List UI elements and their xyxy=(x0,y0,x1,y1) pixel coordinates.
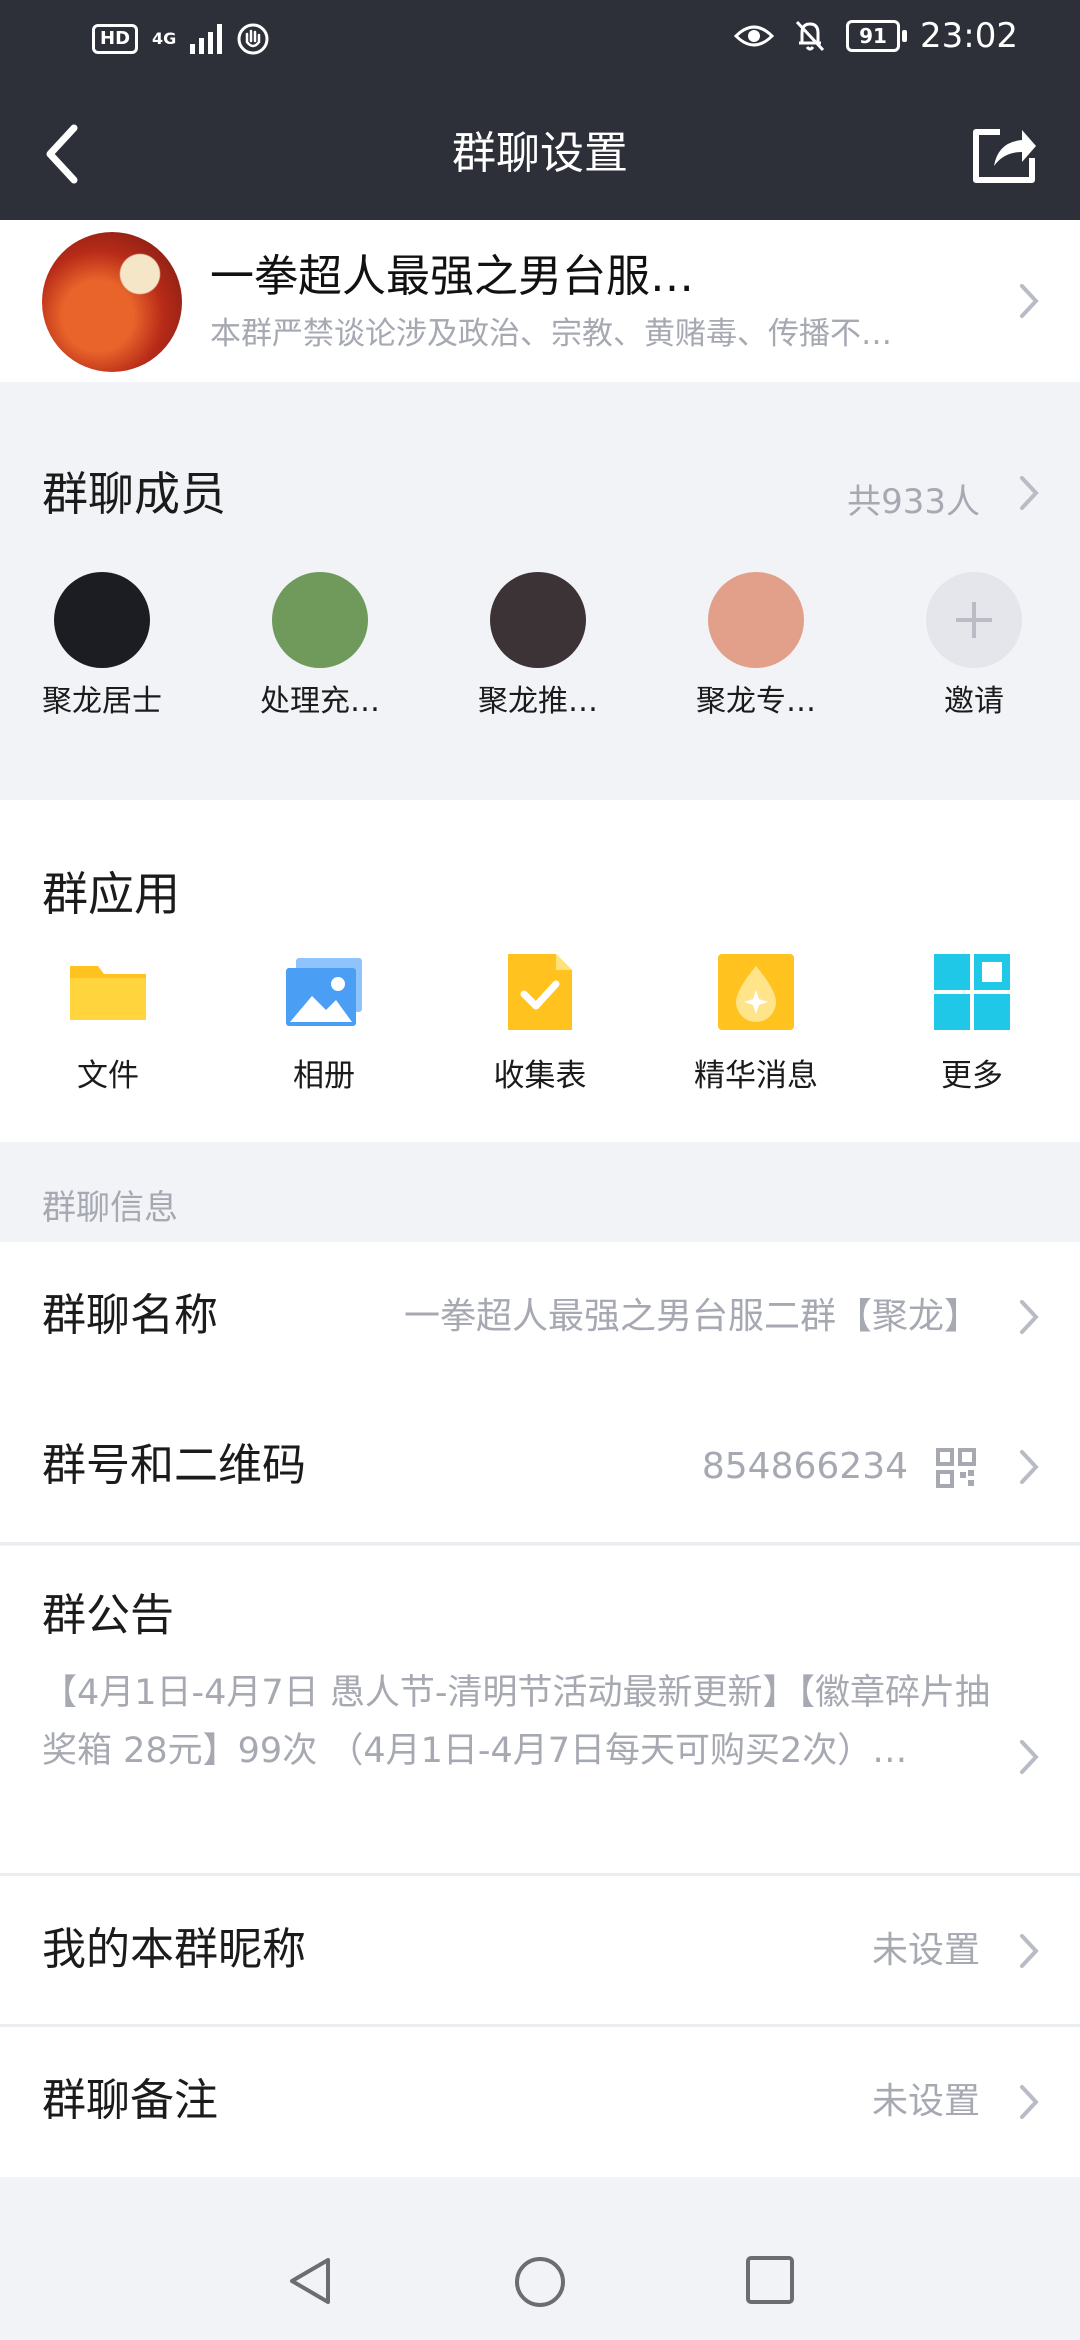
status-bar-left: HD 4G xyxy=(92,22,270,56)
chevron-right-icon xyxy=(1020,1450,1039,1484)
member-item[interactable]: 处理充… xyxy=(220,572,420,722)
group-apps-section: 群应用 文件 相册 收集表 精华消息 更多 xyxy=(0,800,1080,1142)
group-name-label: 群聊名称 xyxy=(42,1290,218,1341)
nav-home-icon[interactable] xyxy=(512,2254,568,2310)
form-check-icon xyxy=(508,954,572,1030)
share-icon[interactable] xyxy=(970,122,1040,186)
signal-icon xyxy=(190,24,223,54)
group-remark-label: 群聊备注 xyxy=(42,2075,218,2126)
chevron-right-icon xyxy=(1020,284,1039,318)
member-item[interactable]: 聚龙专… xyxy=(656,572,856,722)
group-avatar xyxy=(42,232,182,372)
bell-mute-icon xyxy=(795,20,825,52)
chevron-right-icon[interactable] xyxy=(1018,474,1040,512)
chevron-right-icon xyxy=(1020,1300,1039,1334)
app-essence-messages[interactable]: 精华消息 xyxy=(656,950,856,1096)
group-name-value: 一拳超人最强之男台服二群【聚龙】 xyxy=(403,1296,980,1337)
chevron-right-icon xyxy=(1020,1740,1039,1774)
nav-recents-icon[interactable] xyxy=(744,2254,796,2306)
folder-icon xyxy=(70,966,146,1020)
app-album[interactable]: 相册 xyxy=(224,950,424,1096)
members-label: 群聊成员 xyxy=(42,467,226,521)
app-more[interactable]: 更多 xyxy=(872,950,1072,1096)
member-name: 处理充… xyxy=(260,684,380,719)
member-item[interactable]: 聚龙居士 xyxy=(2,572,202,722)
title-bar: 群聊设置 xyxy=(0,86,1080,220)
group-name-row[interactable]: 群聊名称 一拳超人最强之男台服二群【聚龙】 xyxy=(0,1242,1080,1392)
status-bar-right: 91 23:02 xyxy=(734,16,1018,56)
app-name: 收集表 xyxy=(493,1058,587,1094)
qr-code-icon xyxy=(936,1448,976,1488)
app-name: 相册 xyxy=(293,1058,355,1094)
hand-icon xyxy=(237,23,269,55)
invite-button[interactable]: 邀请 xyxy=(874,572,1074,722)
my-nickname-label: 我的本群昵称 xyxy=(42,1924,306,1975)
group-info-caption: 群聊信息 xyxy=(42,1188,178,1228)
group-notice-label: 群公告 xyxy=(42,1590,174,1641)
app-files[interactable]: 文件 xyxy=(8,950,208,1096)
member-name: 聚龙推… xyxy=(478,684,598,719)
essence-drop-icon xyxy=(718,954,794,1030)
members-count[interactable]: 共933人 xyxy=(847,474,980,523)
group-profile-row[interactable]: 一拳超人最强之男台服… 本群严禁谈论涉及政治、宗教、黄赌毒、传播不… xyxy=(0,220,1080,382)
my-nickname-value: 未设置 xyxy=(871,1930,980,1971)
member-name: 聚龙专… xyxy=(696,684,816,719)
app-collect-form[interactable]: 收集表 xyxy=(440,950,640,1096)
group-remark-row[interactable]: 群聊备注 未设置 xyxy=(0,2027,1080,2177)
chevron-right-icon xyxy=(1020,1934,1039,1968)
status-bar: HD 4G 91 23:02 xyxy=(0,0,1080,86)
plus-icon xyxy=(926,572,1022,668)
clock: 23:02 xyxy=(920,16,1018,56)
member-name: 聚龙居士 xyxy=(42,684,162,719)
member-avatar xyxy=(708,572,804,668)
photo-album-icon xyxy=(286,958,362,1026)
group-name: 一拳超人最强之男台服… xyxy=(210,251,694,302)
group-id-value: 854866234 xyxy=(701,1446,908,1487)
battery-icon: 91 xyxy=(846,20,908,52)
grid-more-icon xyxy=(934,954,1010,1030)
group-id-label: 群号和二维码 xyxy=(42,1440,306,1491)
group-description: 本群严禁谈论涉及政治、宗教、黄赌毒、传播不… xyxy=(210,316,892,352)
page-title: 群聊设置 xyxy=(452,128,628,179)
member-avatar xyxy=(54,572,150,668)
eye-icon xyxy=(734,25,775,47)
nav-back-icon[interactable] xyxy=(284,2254,338,2308)
group-notice-text: 【4月1日-4月7日 愚人节-清明节活动最新更新】【徽章碎片抽奖箱 28元】99… xyxy=(42,1673,990,1771)
member-avatar xyxy=(490,572,586,668)
hd-icon: HD xyxy=(92,24,139,54)
app-name: 文件 xyxy=(77,1058,139,1094)
group-notice-row[interactable]: 群公告 【4月1日-4月7日 愚人节-清明节活动最新更新】【徽章碎片抽奖箱 28… xyxy=(0,1546,1080,1876)
app-name: 更多 xyxy=(941,1058,1003,1094)
network-type-label: 4G xyxy=(152,29,177,48)
members-section: 群聊成员 共933人 聚龙居士 处理充… 聚龙推… 聚龙专… 邀请 xyxy=(0,412,1080,800)
group-id-row[interactable]: 群号和二维码 854866234 xyxy=(0,1392,1080,1542)
invite-label: 邀请 xyxy=(944,684,1004,719)
member-item[interactable]: 聚龙推… xyxy=(438,572,638,722)
app-name: 精华消息 xyxy=(694,1058,818,1094)
chevron-right-icon xyxy=(1020,2085,1039,2119)
group-remark-value: 未设置 xyxy=(871,2081,980,2122)
system-nav-bar xyxy=(0,2222,1080,2340)
divider xyxy=(0,1542,1080,1545)
apps-label: 群应用 xyxy=(42,867,180,921)
my-nickname-row[interactable]: 我的本群昵称 未设置 xyxy=(0,1876,1080,2026)
member-avatar xyxy=(272,572,368,668)
